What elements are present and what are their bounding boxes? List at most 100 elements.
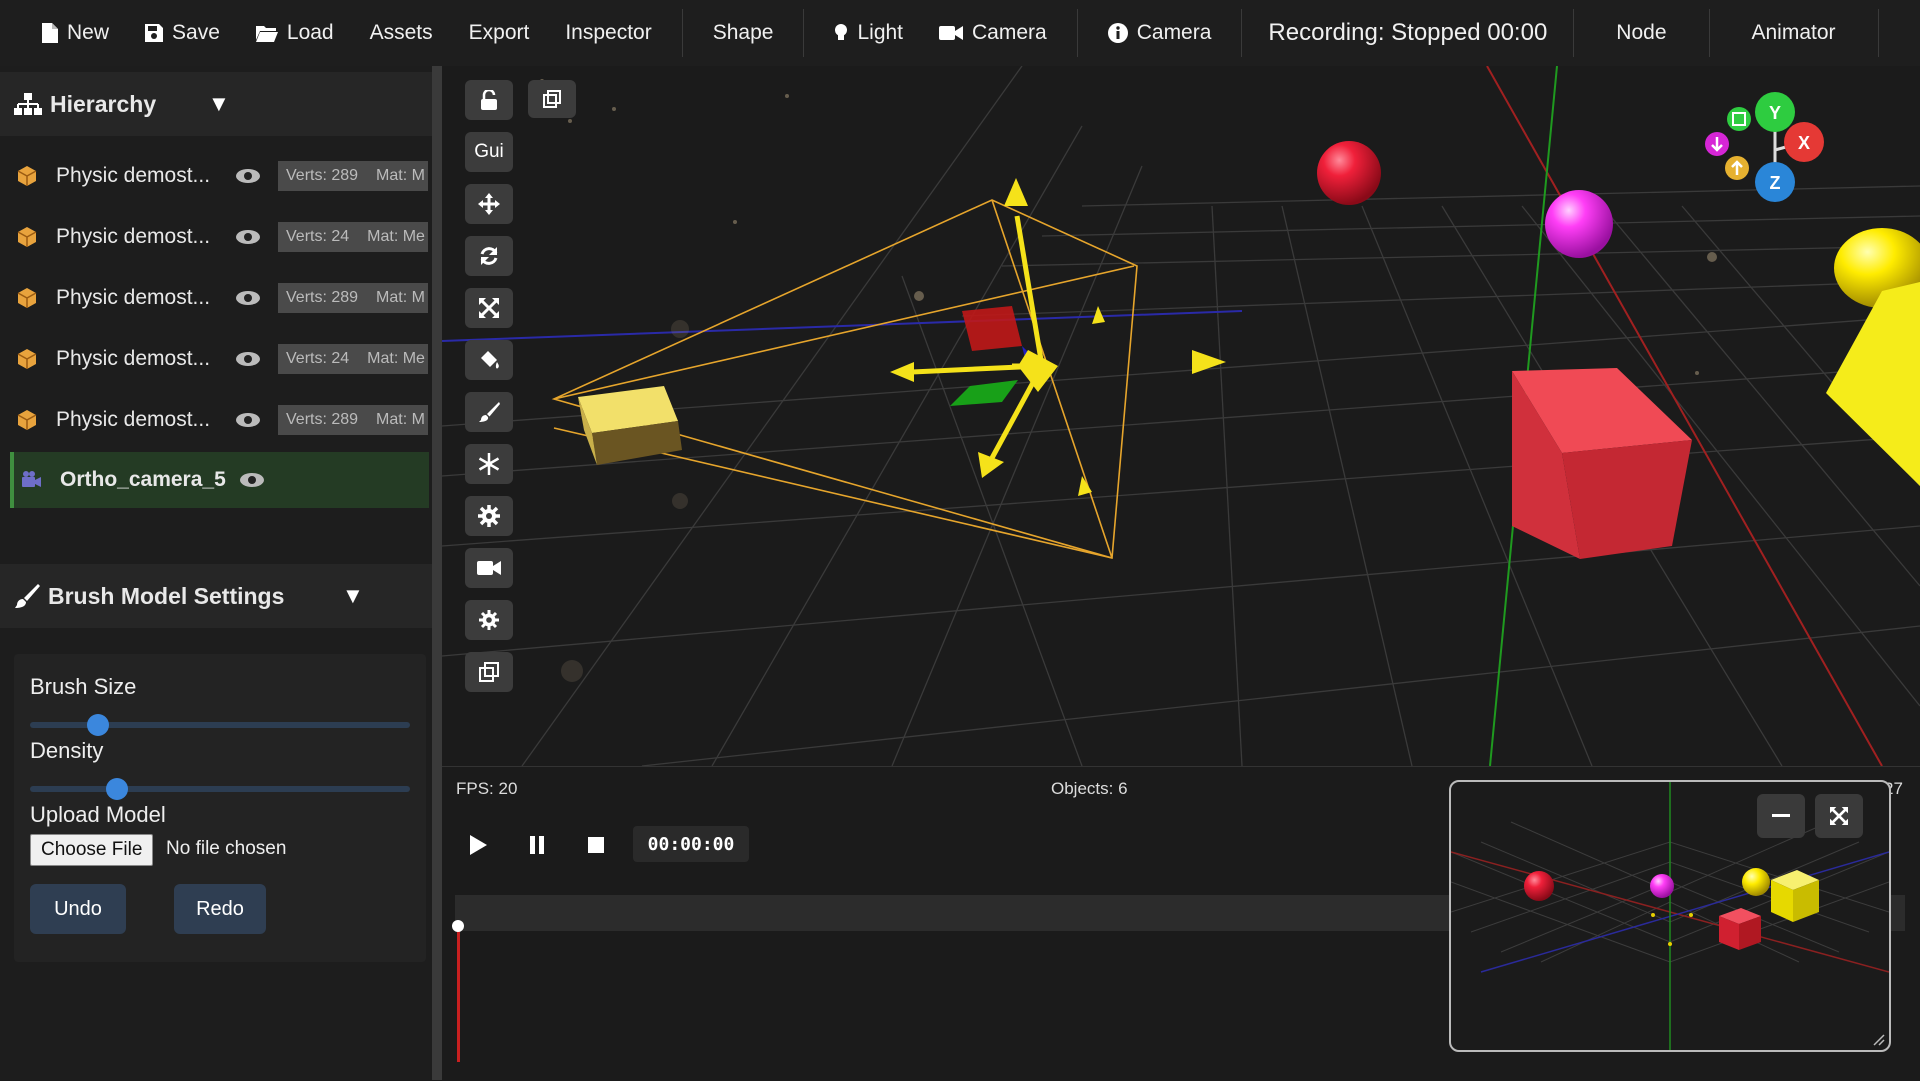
paint-bucket-button[interactable] bbox=[465, 340, 513, 380]
eye-icon[interactable] bbox=[238, 471, 266, 489]
hierarchy-item[interactable]: Physic demost... Verts: 289 Mat: M bbox=[10, 148, 429, 204]
menu-assets-label: Assets bbox=[369, 21, 433, 44]
collapse-triangle-icon[interactable]: ▼ bbox=[342, 583, 364, 609]
menu-save[interactable]: Save bbox=[127, 0, 238, 66]
orientation-gizmo[interactable]: Y X Z bbox=[1702, 88, 1842, 208]
minimize-preview-button[interactable] bbox=[1757, 794, 1805, 838]
settings-button[interactable] bbox=[465, 496, 513, 536]
yellow-cube[interactable] bbox=[1826, 282, 1920, 486]
menu-light[interactable]: Light bbox=[816, 0, 921, 66]
gui-button[interactable]: Gui bbox=[465, 132, 513, 172]
x-axis-label: X bbox=[1798, 133, 1810, 153]
menu-divider bbox=[1877, 9, 1879, 57]
camera-tool-button[interactable] bbox=[465, 548, 513, 588]
material-label: Mat: M bbox=[376, 289, 425, 306]
collapse-triangle-icon[interactable]: ▼ bbox=[208, 91, 230, 117]
choose-file-button[interactable]: Choose File bbox=[30, 834, 154, 866]
move-tool-button[interactable] bbox=[465, 184, 513, 224]
expand-arrows-icon bbox=[479, 298, 499, 318]
hierarchy-header[interactable]: Hierarchy ▼ bbox=[0, 72, 440, 136]
upload-model-label: Upload Model bbox=[30, 802, 166, 827]
eye-icon[interactable] bbox=[234, 228, 262, 246]
hierarchy-item[interactable]: Physic demost... Verts: 24 Mat: Me bbox=[10, 331, 429, 387]
pause-button[interactable] bbox=[522, 830, 552, 860]
fps-counter: FPS: 20 bbox=[456, 779, 518, 798]
menu-assets[interactable]: Assets bbox=[352, 0, 451, 66]
layers-button[interactable] bbox=[465, 652, 513, 692]
floppy-icon bbox=[145, 24, 164, 42]
menu-inspector[interactable]: Inspector bbox=[547, 0, 669, 66]
verts-count: Verts: 289 bbox=[286, 167, 359, 184]
stop-button[interactable] bbox=[581, 830, 611, 860]
camera-frustum bbox=[551, 199, 1138, 560]
recording-status: Recording: Stopped 00:00 bbox=[1268, 19, 1548, 46]
expand-preview-button[interactable] bbox=[1815, 794, 1863, 838]
play-button[interactable] bbox=[463, 830, 493, 860]
paintbrush-icon bbox=[15, 584, 40, 608]
redo-button[interactable]: Redo bbox=[174, 884, 266, 934]
menu-inspector-label: Inspector bbox=[565, 21, 652, 44]
brush-tool-button[interactable] bbox=[465, 392, 513, 432]
sitemap-icon bbox=[14, 93, 42, 115]
scene-canvas[interactable] bbox=[442, 66, 1920, 766]
neg-y-axis-button[interactable] bbox=[1727, 107, 1751, 131]
red-cube[interactable] bbox=[1512, 368, 1692, 559]
gear-icon bbox=[478, 505, 500, 527]
camera-preview[interactable] bbox=[1449, 780, 1891, 1052]
eye-icon[interactable] bbox=[234, 289, 262, 307]
duplicate-button[interactable] bbox=[528, 80, 576, 118]
resize-grip-icon[interactable] bbox=[1873, 1034, 1885, 1046]
lock-button[interactable] bbox=[465, 80, 513, 120]
file-icon bbox=[42, 23, 58, 43]
red-sphere bbox=[1524, 871, 1554, 901]
brush-size-slider[interactable] bbox=[30, 714, 410, 736]
eye-icon[interactable] bbox=[234, 350, 262, 368]
slider-thumb[interactable] bbox=[106, 778, 129, 800]
undo-button[interactable]: Undo bbox=[30, 884, 126, 934]
menu-new[interactable]: New bbox=[24, 0, 127, 66]
hierarchy-item-selected[interactable]: Ortho_camera_5 bbox=[10, 452, 429, 508]
rotate-tool-button[interactable] bbox=[465, 236, 513, 276]
cog-settings-button[interactable] bbox=[465, 600, 513, 640]
hierarchy-item-label: Physic demost... bbox=[56, 225, 211, 248]
hierarchy-item[interactable]: Physic demost... Verts: 289 Mat: M bbox=[10, 392, 429, 448]
material-label: Mat: M bbox=[376, 167, 425, 184]
density-slider[interactable] bbox=[30, 778, 410, 800]
timecode-display: 00:00:00 bbox=[633, 826, 749, 862]
y-axis-label: Y bbox=[1769, 103, 1781, 123]
menu-animator[interactable]: Animator bbox=[1722, 0, 1866, 66]
3d-viewport[interactable]: Y X Z bbox=[442, 66, 1920, 766]
paintbrush-icon bbox=[479, 402, 500, 422]
eye-icon[interactable] bbox=[234, 167, 262, 185]
brush-settings-header[interactable]: Brush Model Settings ▼ bbox=[0, 564, 440, 628]
menu-node[interactable]: Node bbox=[1586, 0, 1696, 66]
scale-tool-button[interactable] bbox=[465, 288, 513, 328]
hierarchy-item-label: Physic demost... bbox=[56, 408, 211, 431]
menu-divider bbox=[1076, 9, 1078, 57]
eye-icon[interactable] bbox=[234, 411, 262, 429]
red-sphere[interactable] bbox=[1317, 141, 1381, 205]
playhead-handle[interactable] bbox=[452, 920, 464, 932]
menu-camera[interactable]: Camera bbox=[921, 0, 1065, 66]
pink-sphere[interactable] bbox=[1545, 190, 1613, 258]
menu-export[interactable]: Export bbox=[451, 0, 548, 66]
menu-shape-label: Shape bbox=[712, 21, 774, 44]
xz-plane-handle[interactable] bbox=[950, 380, 1018, 406]
playhead-line[interactable] bbox=[457, 922, 460, 1062]
mesh-stats: Verts: 289 Mat: M bbox=[278, 283, 428, 313]
translate-gizmo[interactable] bbox=[890, 178, 1226, 496]
menu-load[interactable]: Load bbox=[238, 0, 352, 66]
hierarchy-item[interactable]: Physic demost... Verts: 24 Mat: Me bbox=[10, 209, 429, 265]
menu-camera-info[interactable]: Camera bbox=[1090, 0, 1230, 66]
cube-icon bbox=[17, 410, 37, 430]
slider-thumb[interactable] bbox=[87, 714, 110, 736]
menu-shape[interactable]: Shape bbox=[695, 0, 792, 66]
snowflake-button[interactable] bbox=[465, 444, 513, 484]
panel-resize-handle[interactable] bbox=[432, 66, 442, 1080]
hierarchy-item[interactable]: Physic demost... Verts: 289 Mat: M bbox=[10, 270, 429, 326]
menu-divider bbox=[1708, 9, 1710, 57]
verts-count: Verts: 289 bbox=[286, 411, 359, 428]
object-count: Objects: 6 bbox=[1051, 779, 1128, 798]
xy-plane-handle[interactable] bbox=[962, 306, 1022, 351]
camera-body[interactable] bbox=[578, 386, 682, 465]
